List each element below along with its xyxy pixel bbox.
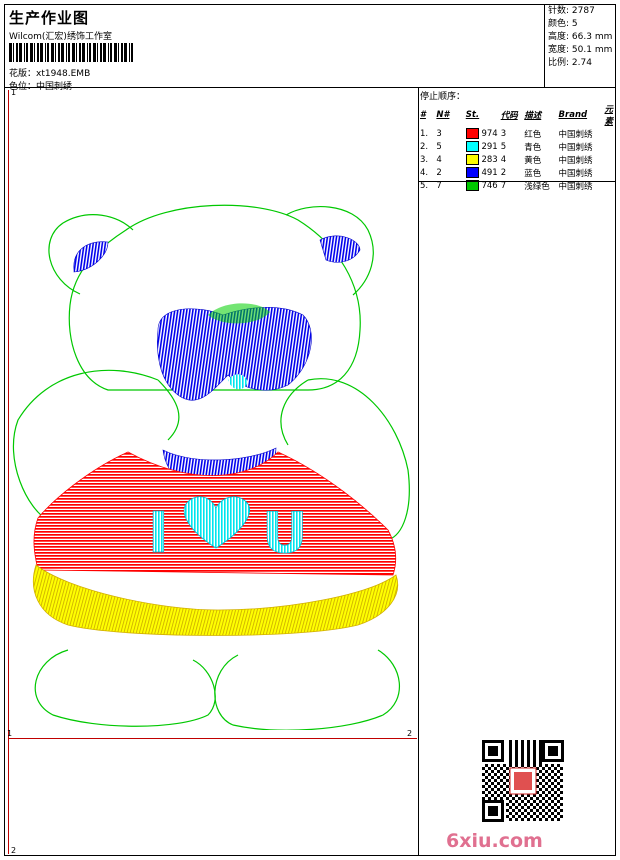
stop-table-bottom — [418, 181, 616, 182]
thread-row: 4. 2 491 2 蓝色 中国刺绣 — [420, 166, 616, 179]
right-inner-ear — [319, 235, 361, 263]
panel-divider — [418, 87, 419, 856]
thread-table: # N# St. 代码 描述 Brand 元素 1. 3 974 3 红色 中国刺绣 2.… — [420, 103, 616, 192]
row-code: 3 — [500, 128, 507, 139]
sweater-letter-u: U — [262, 501, 307, 566]
row-desc: 黄色 — [524, 155, 542, 166]
row-needle: 3 — [436, 128, 442, 139]
col-brand: Brand — [558, 110, 588, 120]
stat-colors: 颜色: 5 — [548, 19, 578, 29]
corner-label-bottom: 2 — [11, 846, 17, 855]
stat-scale: 比例: 2.74 — [548, 58, 592, 68]
row-index: 3. — [420, 154, 429, 165]
col-code: 代码 — [500, 111, 518, 121]
stat-width: 宽度: 50.1 mm — [548, 45, 613, 55]
row-needle: 4 — [436, 154, 442, 165]
site-watermark: 6xiu.com — [446, 830, 543, 852]
row-stitches: 974 — [465, 127, 501, 140]
company-name: Wilcom(汇宏)绣饰工作室 — [9, 32, 112, 42]
row-code: 4 — [500, 154, 507, 165]
row-element — [604, 166, 616, 179]
row-index: 4. — [420, 167, 429, 178]
left-inner-ear — [73, 241, 109, 273]
color-swatch — [465, 154, 479, 165]
stats-panel: 针数: 2787 颜色: 5 高度: 66.3 mm 宽度: 50.1 mm 比… — [546, 5, 616, 70]
right-leg-outline — [214, 649, 400, 730]
stats-divider — [544, 5, 545, 87]
page-title: 生产作业图 — [9, 9, 90, 27]
col-stitches: St. — [465, 110, 480, 120]
sweater-hem — [32, 564, 398, 636]
row-element — [604, 127, 616, 140]
guide-bottom — [8, 738, 417, 739]
row-code: 2 — [500, 167, 507, 178]
left-leg-outline — [34, 649, 216, 727]
corner-label-bl: 1 — [7, 729, 13, 738]
barcode — [9, 43, 133, 62]
row-brand: 中国刺绣 — [558, 129, 593, 140]
col-element: 元素 — [604, 105, 613, 127]
row-stitches: 283 — [465, 153, 501, 166]
sweater-letter-i: I — [148, 501, 169, 566]
row-needle: 2 — [436, 167, 442, 178]
corner-label-br: 2 — [407, 729, 413, 738]
row-brand: 中国刺绣 — [558, 155, 593, 166]
row-stitches: 491 — [465, 166, 501, 179]
col-needle: N# — [436, 110, 450, 120]
row-desc: 蓝色 — [524, 168, 542, 179]
header: 生产作业图 Wilcom(汇宏)绣饰工作室 花版：xt1948.EMB 色位：中… — [5, 5, 544, 92]
row-index: 2. — [420, 141, 429, 152]
row-stitches: 291 — [465, 140, 501, 153]
stat-height: 高度: 66.3 mm — [548, 32, 613, 42]
row-code: 5 — [500, 141, 507, 152]
row-needle: 5 — [436, 141, 442, 152]
row-element — [604, 153, 616, 166]
thread-row: 1. 3 974 3 红色 中国刺绣 — [420, 127, 616, 140]
row-desc: 青色 — [524, 142, 542, 153]
color-swatch — [465, 128, 479, 139]
row-brand: 中国刺绣 — [558, 142, 593, 153]
col-index: # — [420, 110, 426, 120]
color-swatch — [465, 167, 479, 178]
qr-code — [480, 738, 566, 824]
thread-row: 2. 5 291 5 青色 中国刺绣 — [420, 140, 616, 153]
row-index: 1. — [420, 128, 429, 139]
thread-row: 3. 4 283 4 黄色 中国刺绣 — [420, 153, 616, 166]
design-file: 花版：xt1948.EMB — [9, 69, 91, 79]
row-desc: 红色 — [524, 129, 542, 140]
stop-sequence-panel: 停止顺序： # N# St. 代码 描述 Brand 元素 1. 3 974 3 红色… — [418, 88, 616, 192]
embroidery-preview: I U — [12, 204, 410, 730]
col-desc: 描述 — [524, 111, 542, 121]
row-element — [604, 140, 616, 153]
stat-stitches: 针数: 2787 — [548, 6, 595, 16]
color-swatch — [465, 141, 479, 152]
row-brand: 中国刺绣 — [558, 168, 593, 179]
stop-sequence-title: 停止顺序： — [420, 92, 466, 102]
